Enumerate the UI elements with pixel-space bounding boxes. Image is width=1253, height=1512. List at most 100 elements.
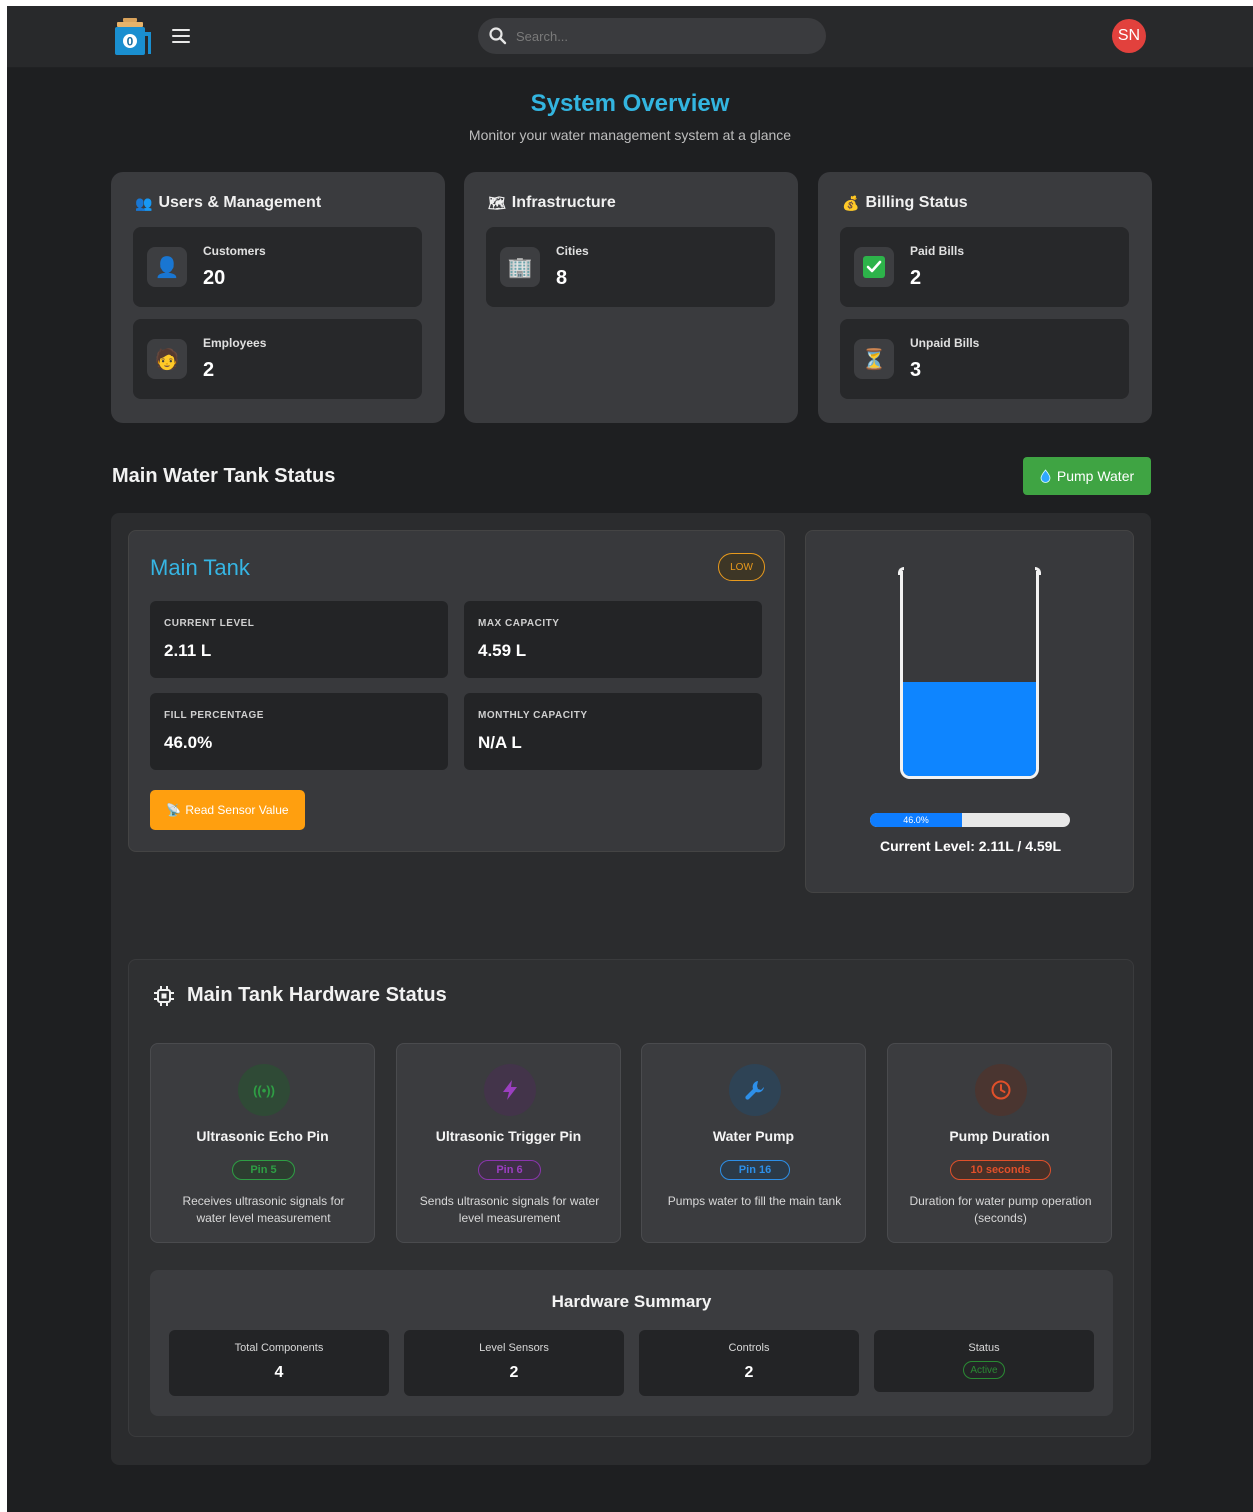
cities-value: 8 — [556, 267, 568, 289]
summary-title: Hardware Summary — [551, 1292, 712, 1311]
check-icon — [854, 247, 894, 287]
read-sensor-label: Read Sensor Value — [185, 803, 289, 817]
fill-percentage-metric: FILL PERCENTAGE 46.0% — [150, 693, 448, 770]
hardware-description: Sends ultrasonic signals for water level… — [419, 1194, 600, 1225]
tank-cylinder — [900, 571, 1039, 779]
metric-value: 46.0% — [164, 733, 213, 752]
employees-label: Employees — [203, 336, 267, 350]
current-level-metric: CURRENT LEVEL 2.11 L — [150, 601, 448, 678]
chip-icon — [154, 985, 174, 1006]
group-title-billing: Billing Status — [865, 194, 968, 211]
metric-label: CURRENT LEVEL — [164, 618, 255, 629]
hardware-title: Main Tank Hardware Status — [187, 984, 447, 1006]
page-subtitle: Monitor your water management system at … — [468, 127, 792, 143]
pin-badge: Pin 6 — [478, 1160, 541, 1180]
pin-badge: Pin 16 — [720, 1160, 790, 1180]
money-bag-icon: 💰 — [842, 194, 860, 211]
unpaid-bills-stat[interactable]: ⏳ Unpaid Bills 3 — [840, 319, 1129, 399]
search-icon — [489, 27, 507, 45]
hardware-name: Ultrasonic Echo Pin — [196, 1128, 329, 1144]
paid-bills-value: 2 — [910, 267, 922, 289]
water-tank-logo-icon[interactable]: 0 — [113, 16, 153, 58]
customers-stat[interactable]: 👤 Customers 20 — [133, 227, 422, 307]
hardware-card-trigger[interactable]: Ultrasonic Trigger Pin Pin 6 Sends ultra… — [396, 1043, 621, 1243]
signal-icon: ((•)) — [238, 1064, 290, 1116]
metric-value: 4.59 L — [478, 641, 527, 660]
fill-progress-value: 46.0% — [870, 813, 962, 827]
duration-badge: 10 seconds — [950, 1160, 1051, 1180]
avatar[interactable]: SN — [1112, 19, 1146, 53]
tank-status-container: Main Tank LOW CURRENT LEVEL 2.11 L MAX C… — [111, 513, 1151, 1465]
metric-value: N/A L — [478, 733, 522, 752]
hardware-name: Ultrasonic Trigger Pin — [435, 1128, 582, 1144]
city-building-icon: 🏢 — [500, 247, 540, 287]
status-badge: LOW — [718, 553, 765, 581]
hardware-card-duration[interactable]: Pump Duration 10 seconds Duration for wa… — [887, 1043, 1112, 1243]
current-level-text: Current Level: 2.11L / 4.59L — [879, 838, 1062, 854]
wrench-icon — [729, 1064, 781, 1116]
summary-value: 2 — [744, 1364, 754, 1381]
hardware-name: Pump Duration — [949, 1128, 1050, 1144]
tank-section-title: Main Water Tank Status — [112, 465, 336, 487]
summary-level-sensors: Level Sensors 2 — [404, 1330, 624, 1396]
users-icon: 👥 — [135, 194, 153, 211]
summary-label: Total Components — [234, 1342, 324, 1354]
customer-icon: 👤 — [147, 247, 187, 287]
hardware-card-echo[interactable]: ((•)) Ultrasonic Echo Pin Pin 5 Receives… — [150, 1043, 375, 1243]
hardware-card-pump[interactable]: Water Pump Pin 16 Pumps water to fill th… — [641, 1043, 866, 1243]
summary-value: 4 — [274, 1364, 284, 1381]
infrastructure-icon: 🗺 — [488, 194, 506, 211]
satellite-icon: 📡 — [166, 803, 182, 817]
summary-label: Status — [968, 1342, 1000, 1354]
employee-icon: 🧑 — [147, 339, 187, 379]
water-drop-icon — [1040, 469, 1051, 483]
cities-stat[interactable]: 🏢 Cities 8 — [486, 227, 775, 307]
pin-badge: Pin 5 — [232, 1160, 295, 1180]
hardware-name: Water Pump — [712, 1128, 795, 1144]
hardware-status-panel: Main Tank Hardware Status ((•)) Ultrason… — [128, 959, 1134, 1437]
hardware-description: Pumps water to fill the main tank — [667, 1194, 842, 1208]
infrastructure-card: 🗺 Infrastructure 🏢 Cities 8 — [464, 172, 798, 423]
pump-water-button[interactable]: Pump Water — [1023, 457, 1151, 495]
summary-total-components: Total Components 4 — [169, 1330, 389, 1396]
hamburger-menu-icon[interactable] — [170, 26, 192, 46]
search-bar[interactable] — [478, 18, 826, 54]
group-title-infrastructure: Infrastructure — [511, 194, 616, 211]
employees-stat[interactable]: 🧑 Employees 2 — [133, 319, 422, 399]
summary-controls: Controls 2 — [639, 1330, 859, 1396]
search-input[interactable] — [516, 28, 806, 44]
pump-water-label: Pump Water — [1056, 468, 1135, 484]
unpaid-bills-value: 3 — [910, 359, 922, 381]
users-management-card: 👥 Users & Management 👤 Customers 20 🧑 Em… — [111, 172, 445, 423]
billing-status-card: 💰 Billing Status Paid Bills 2 ⏳ Unpaid B… — [818, 172, 1152, 423]
app-window: 0 SN System Overview Monitor your water … — [7, 6, 1253, 1512]
metric-value: 2.11 L — [164, 641, 212, 660]
customers-value: 20 — [203, 267, 226, 289]
hardware-description: Duration for water pump operation (secon… — [909, 1194, 1092, 1225]
fill-progress-bar: 46.0% — [870, 813, 1070, 827]
summary-value: 2 — [509, 1364, 519, 1381]
paid-bills-label: Paid Bills — [910, 244, 965, 258]
hourglass-icon: ⏳ — [854, 339, 894, 379]
summary-status: Status Active — [874, 1330, 1094, 1392]
metric-label: FILL PERCENTAGE — [164, 710, 264, 721]
tank-visualization: 46.0% Current Level: 2.11L / 4.59L — [805, 530, 1134, 893]
unpaid-bills-label: Unpaid Bills — [910, 336, 980, 350]
tank-name: Main Tank — [150, 555, 250, 580]
summary-label: Controls — [728, 1342, 770, 1354]
group-title-users: Users & Management — [158, 194, 322, 211]
summary-label: Level Sensors — [479, 1342, 549, 1354]
hardware-summary: Hardware Summary Total Components 4 Leve… — [150, 1270, 1113, 1416]
page-title: System Overview — [530, 90, 730, 117]
monthly-capacity-metric: MONTHLY CAPACITY N/A L — [464, 693, 762, 770]
hardware-description: Receives ultrasonic signals for water le… — [182, 1194, 345, 1225]
employees-value: 2 — [203, 359, 215, 381]
svg-text:0: 0 — [127, 35, 134, 49]
read-sensor-button[interactable]: 📡 Read Sensor Value — [150, 790, 305, 830]
lightning-icon — [484, 1064, 536, 1116]
clock-icon — [975, 1064, 1027, 1116]
status-badge: Active — [963, 1361, 1005, 1379]
top-navbar: 0 SN — [7, 6, 1253, 68]
paid-bills-stat[interactable]: Paid Bills 2 — [840, 227, 1129, 307]
customers-label: Customers — [203, 244, 266, 258]
